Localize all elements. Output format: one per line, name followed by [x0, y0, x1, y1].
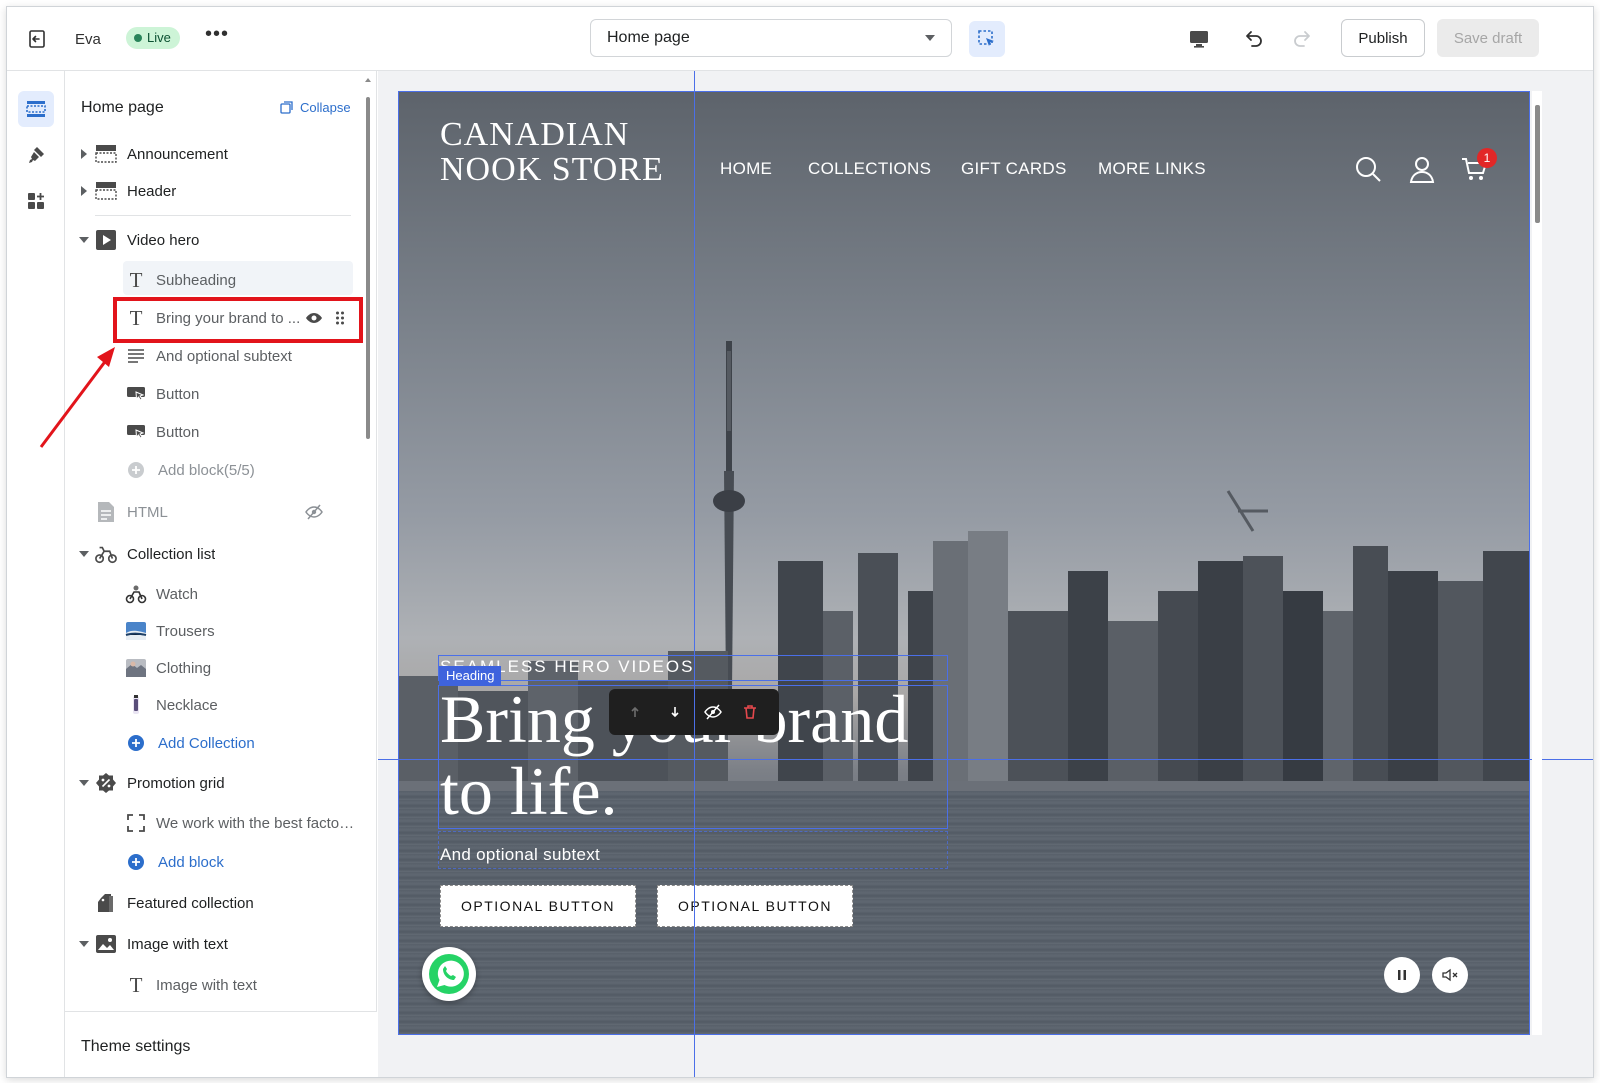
plus-circle-icon	[125, 732, 147, 754]
chevron-down-icon	[925, 35, 935, 41]
collapse-label: Collapse	[300, 99, 351, 115]
section-label: HTML	[127, 503, 168, 521]
block-promotion[interactable]: We work with the best factori...	[65, 806, 365, 840]
section-label: Featured collection	[127, 894, 254, 912]
block-trousers[interactable]: Trousers	[65, 614, 365, 648]
section-label: Promotion grid	[127, 774, 225, 792]
top-bar: Eva Live ••• Home page Publish Save draf…	[7, 7, 1593, 71]
block-label: We work with the best factori...	[156, 814, 356, 832]
trousers-thumbnail-icon	[125, 620, 147, 642]
section-collection-list[interactable]: Collection list	[65, 537, 365, 571]
desktop-preview-icon[interactable]	[1187, 27, 1211, 51]
more-actions-button[interactable]: •••	[205, 24, 229, 50]
page-select[interactable]: Home page	[590, 19, 952, 57]
alignment-guide-horizontal	[378, 759, 1593, 760]
file-icon	[95, 501, 117, 523]
frame-icon	[125, 812, 147, 834]
chevron-down-icon[interactable]	[79, 778, 89, 788]
publish-button[interactable]: Publish	[1341, 19, 1425, 57]
block-label: Subheading	[156, 271, 237, 289]
section-label: Image with text	[127, 935, 228, 953]
preview-scrollbar-thumb[interactable]	[1535, 105, 1540, 223]
block-label: Watch	[156, 585, 198, 603]
clothing-thumbnail-icon	[125, 657, 147, 679]
alignment-guide-vertical	[694, 71, 695, 1077]
section-selection-outline	[398, 91, 1530, 1035]
collection-icon	[95, 543, 117, 565]
image-icon	[95, 933, 117, 955]
add-collection-button[interactable]: Add Collection	[65, 726, 365, 760]
redo-icon[interactable]	[1291, 27, 1315, 51]
section-featured-collection[interactable]: Featured collection	[65, 886, 365, 920]
block-watch[interactable]: Watch	[65, 577, 365, 611]
theme-settings-footer[interactable]: Theme settings	[65, 1011, 377, 1077]
block-clothing[interactable]: Clothing	[65, 651, 365, 685]
theme-editor-window: Eva Live ••• Home page Publish Save draf…	[6, 6, 1594, 1078]
sidebar-scrollbar[interactable]	[365, 78, 371, 1065]
page-select-value: Home page	[607, 29, 690, 46]
collapse-button[interactable]: Collapse	[279, 99, 351, 115]
discount-icon	[95, 772, 117, 794]
eye-hidden-icon[interactable]	[303, 501, 325, 523]
undo-icon[interactable]	[1241, 27, 1265, 51]
chevron-down-icon[interactable]	[79, 549, 89, 559]
block-label: Image with text	[156, 976, 257, 994]
text-icon: T	[129, 972, 143, 997]
chevron-down-icon[interactable]	[79, 939, 89, 949]
add-block-button[interactable]: Add block	[65, 845, 365, 879]
section-image-with-text[interactable]: Image with text	[65, 927, 365, 961]
add-collection-label: Add Collection	[158, 734, 255, 752]
watch-thumbnail-icon	[125, 583, 147, 605]
preview-area: CANADIAN NOOK STORE HOME COLLECTIONS GIF…	[378, 71, 1593, 1077]
inspector-toggle-button[interactable]	[969, 21, 1005, 57]
section-html[interactable]: HTML	[65, 495, 365, 529]
shopping-bag-icon	[95, 892, 117, 914]
block-label: And optional subtext	[156, 347, 292, 365]
select-cursor-icon	[978, 30, 994, 46]
save-draft-button[interactable]: Save draft	[1437, 19, 1539, 57]
sidebar-scrollbar-thumb[interactable]	[366, 97, 370, 439]
block-label: Clothing	[156, 659, 212, 677]
plus-circle-icon	[125, 851, 147, 873]
block-label: Add block(5/5)	[158, 461, 255, 479]
add-block-label: Add block	[158, 853, 224, 871]
block-label: Trousers	[156, 622, 215, 640]
block-necklace[interactable]: Necklace	[65, 688, 365, 722]
theme-settings-label: Theme settings	[81, 1038, 191, 1055]
section-label: Collection list	[127, 545, 216, 563]
collapse-icon	[280, 101, 293, 114]
section-promotion-grid[interactable]: Promotion grid	[65, 766, 365, 800]
annotation-arrow	[39, 347, 115, 448]
block-image-with-text[interactable]: T Image with text	[65, 968, 365, 1002]
preview-scrollbar[interactable]	[1532, 91, 1542, 1035]
block-label: Necklace	[156, 696, 218, 714]
necklace-thumbnail-icon	[125, 694, 147, 716]
